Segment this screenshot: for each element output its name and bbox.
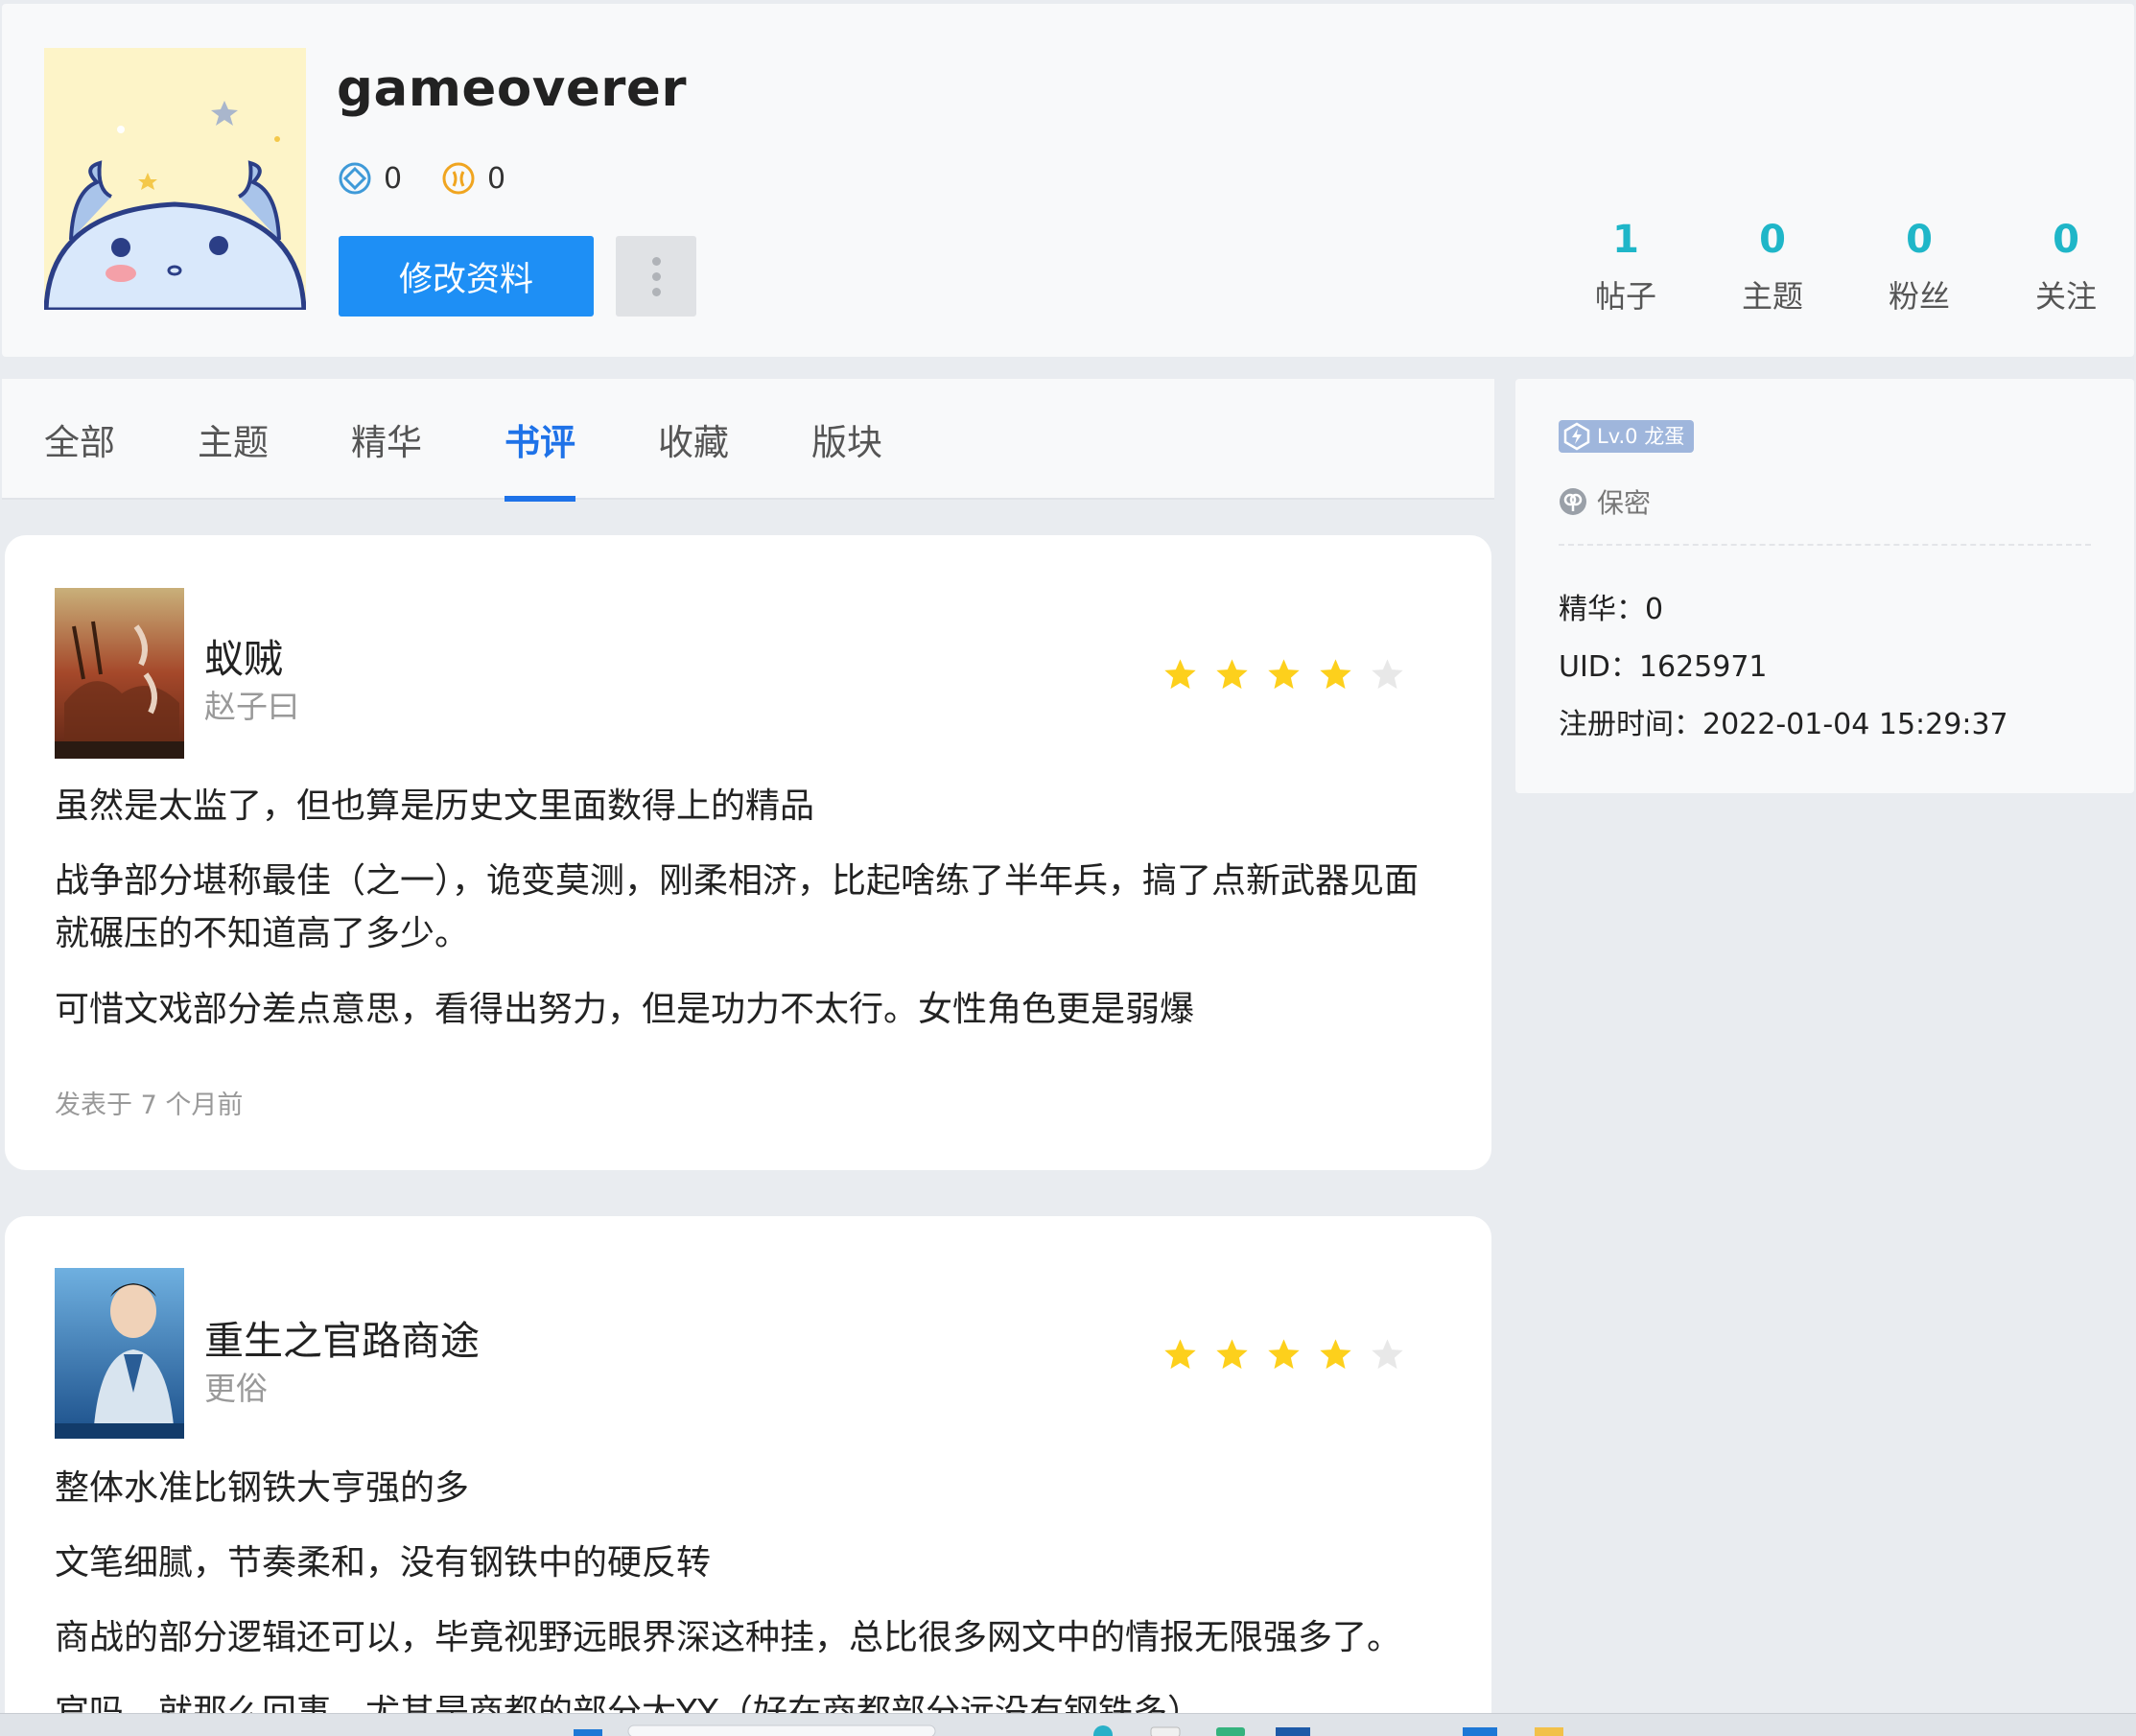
gender-icon [1560, 488, 1586, 515]
stat-fans[interactable]: 0 粉丝 [1862, 217, 1977, 317]
level-bolt-icon [1563, 422, 1590, 451]
gender-text: 保密 [1597, 487, 1652, 519]
level-badge: Lv.0 龙蛋 [1559, 420, 1695, 453]
star-empty-icon [1372, 1339, 1403, 1370]
review-card: 重生之官路商途 更俗 整体水准比钢铁大亨强的多 文笔细腻，节奏柔和，没有钢铁中的… [5, 1216, 1491, 1736]
star-empty-icon [1372, 659, 1403, 690]
stat-posts-label: 帖子 [1594, 278, 1656, 315]
star-filled-icon [1268, 659, 1300, 690]
tab-boards[interactable]: 版块 [811, 413, 882, 500]
star-filled-icon [1164, 659, 1196, 690]
review-paragraph: 商战的部分逻辑还可以，毕竟视野远眼界深这种挂，总比很多网文中的情报无限强多了。 [55, 1618, 1402, 1657]
diamond-coin-icon [339, 162, 371, 195]
diamond-currency: 0 [338, 161, 402, 196]
more-dot-icon [651, 256, 661, 266]
edit-profile-button[interactable]: 修改资料 [339, 236, 594, 317]
book-cover[interactable] [55, 588, 184, 759]
stat-following-count: 0 [2053, 218, 2079, 262]
user-uid: UID：1625971 [1559, 650, 1768, 684]
gold-count: 0 [487, 161, 506, 196]
rating-stars [1162, 657, 1405, 692]
dragon-egg-avatar-icon [44, 48, 306, 310]
rating-stars [1162, 1337, 1405, 1372]
register-time: 注册时间：2022-01-04 15:29:37 [1559, 708, 2008, 741]
more-options-button[interactable] [616, 236, 696, 317]
profile-tabs: 全部 主题 精华 书评 收藏 版块 [2, 379, 1494, 502]
stat-posts-count: 1 [1612, 218, 1639, 262]
sidebar-divider [1559, 544, 2091, 546]
tab-all[interactable]: 全部 [44, 413, 115, 500]
level-text: Lv.0 龙蛋 [1597, 425, 1685, 448]
stat-topics[interactable]: 0 主题 [1715, 217, 1830, 317]
review-paragraph: 可惜文戏部分差点意思，看得出努力，但是功力不太行。女性角色更是弱爆 [55, 990, 1195, 1029]
user-info-sidebar: Lv.0 龙蛋 保密 精华：0 UID：1625971 注册时间：2022-01… [1515, 379, 2134, 793]
digest-count: 精华：0 [1559, 593, 1664, 626]
tab-topics[interactable]: 主题 [198, 413, 269, 500]
review-paragraph: 虽然是太监了，但也算是历史文里面数得上的精品 [55, 786, 815, 826]
star-filled-icon [1216, 659, 1248, 690]
book-cover-image-icon [55, 588, 184, 759]
stat-following-label: 关注 [2034, 278, 2097, 315]
review-paragraph: 文笔细腻，节奏柔和，没有钢铁中的硬反转 [55, 1543, 712, 1583]
stat-following[interactable]: 0 关注 [2008, 217, 2124, 317]
book-title[interactable]: 蚁贼 [204, 626, 283, 684]
book-author[interactable]: 更俗 [204, 1363, 268, 1409]
book-cover[interactable] [55, 1268, 184, 1439]
gold-coin-icon [442, 162, 475, 195]
book-cover-image-icon [55, 1268, 184, 1439]
stat-topics-label: 主题 [1741, 278, 1803, 315]
stat-topics-count: 0 [1759, 218, 1786, 262]
gold-currency: 0 [441, 161, 505, 196]
book-title[interactable]: 重生之官路商途 [204, 1308, 480, 1366]
gender-field: 保密 [1559, 482, 1651, 521]
star-filled-icon [1320, 1339, 1351, 1370]
profile-header: gameoverer 0 0 修改资料 1 帖子 0 主题 0 粉丝 0 关注 [2, 4, 2134, 357]
review-paragraph: 整体水准比钢铁大亨强的多 [55, 1468, 470, 1508]
star-filled-icon [1216, 1339, 1248, 1370]
tab-book-reviews[interactable]: 书评 [505, 413, 575, 502]
username: gameoverer [337, 59, 688, 118]
avatar[interactable] [44, 48, 306, 310]
review-card: 蚁贼 赵子曰 虽然是太监了，但也算是历史文里面数得上的精品 战争部分堪称最佳（之… [5, 535, 1491, 1170]
book-author[interactable]: 赵子曰 [204, 681, 299, 727]
star-filled-icon [1268, 1339, 1300, 1370]
stat-fans-label: 粉丝 [1888, 278, 1950, 315]
tab-favorites[interactable]: 收藏 [658, 413, 729, 500]
star-filled-icon [1320, 659, 1351, 690]
tab-digest[interactable]: 精华 [351, 413, 422, 500]
taskbar-icons-strip-icon [574, 1724, 1563, 1736]
posted-time: 发表于 7 个月前 [55, 1091, 244, 1120]
more-dot-icon [651, 271, 661, 281]
review-paragraph: 战争部分堪称最佳（之一），诡变莫测，刚柔相济，比起啥练了半年兵，搞了点新武器见面… [55, 861, 1420, 953]
stat-fans-count: 0 [1906, 218, 1933, 262]
more-dot-icon [651, 287, 661, 296]
os-taskbar [0, 1713, 2136, 1736]
stat-posts[interactable]: 1 帖子 [1568, 217, 1683, 317]
star-filled-icon [1164, 1339, 1196, 1370]
diamond-count: 0 [384, 161, 403, 196]
